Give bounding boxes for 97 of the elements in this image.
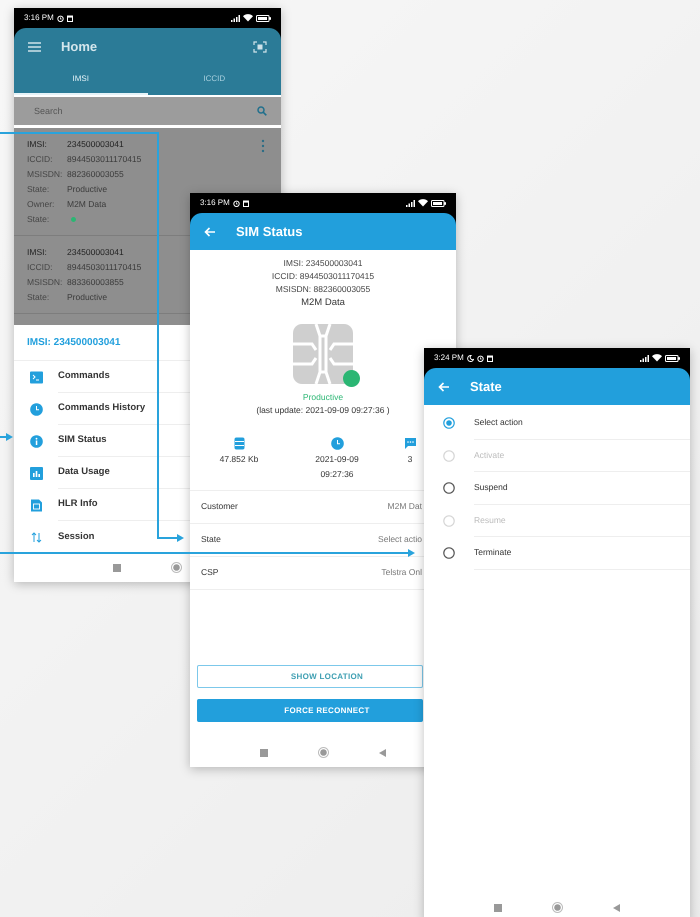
menu-item[interactable]: Data Usage bbox=[58, 465, 110, 480]
screen-title: State bbox=[470, 378, 502, 396]
terminal-icon bbox=[30, 370, 42, 384]
status-time: 3:24 PM bbox=[434, 352, 464, 364]
row-value: Select actio bbox=[378, 533, 422, 546]
menu-item[interactable]: SIM Status bbox=[58, 433, 107, 448]
battery-icon bbox=[431, 200, 446, 206]
database-icon bbox=[234, 436, 244, 450]
field-value: M2M Data bbox=[67, 198, 106, 211]
recents-button[interactable] bbox=[113, 564, 121, 572]
owner-name: M2M Data bbox=[301, 297, 345, 308]
sheet-title: IMSI: 234500003041 bbox=[27, 337, 120, 348]
field-label: Owner: bbox=[27, 198, 56, 211]
back-button[interactable] bbox=[379, 748, 386, 756]
menu-icon[interactable] bbox=[28, 42, 41, 52]
home-button[interactable] bbox=[318, 747, 329, 758]
menu-item[interactable]: HLR Info bbox=[58, 497, 98, 512]
back-arrow-icon[interactable] bbox=[438, 382, 450, 392]
sim-info-line: MSISDN: 882360003055 bbox=[276, 284, 370, 294]
message-icon bbox=[404, 436, 416, 450]
radio-button[interactable] bbox=[443, 547, 455, 560]
option-label: Resume bbox=[474, 514, 506, 527]
alarm-icon bbox=[476, 354, 484, 362]
battery-icon bbox=[665, 354, 680, 362]
sim-info-line: ICCID: 8944503011170415 bbox=[272, 271, 374, 281]
sim-card-icon bbox=[30, 498, 42, 512]
field-label: ICCID: bbox=[27, 153, 54, 166]
radio-button[interactable] bbox=[443, 482, 455, 494]
search-icon[interactable] bbox=[257, 106, 267, 116]
status-time: 3:16 PM bbox=[24, 12, 54, 24]
sim-info-line: IMSI: 234500003041 bbox=[284, 258, 362, 268]
field-value: 883360003855 bbox=[67, 276, 124, 289]
info-icon bbox=[30, 434, 42, 448]
field-value: 8944503011170415 bbox=[67, 153, 142, 166]
signal-icon bbox=[640, 354, 649, 362]
state-label: Productive bbox=[302, 392, 344, 402]
calendar-icon bbox=[66, 14, 73, 22]
field-label: State: bbox=[27, 213, 50, 226]
field-label: State: bbox=[27, 183, 50, 196]
recents-button[interactable] bbox=[494, 904, 502, 912]
battery-icon bbox=[256, 14, 271, 22]
status-time: 3:16 PM bbox=[200, 197, 230, 209]
screen-title: SIM Status bbox=[236, 222, 302, 241]
radio-button[interactable] bbox=[443, 417, 455, 430]
wifi-icon bbox=[652, 354, 662, 362]
field-value: 882360003055 bbox=[67, 168, 124, 181]
field-value: 8944503011170415 bbox=[67, 261, 142, 274]
menu-item[interactable]: Commands bbox=[58, 369, 110, 384]
scan-icon[interactable] bbox=[253, 40, 267, 52]
signal-icon bbox=[231, 14, 240, 22]
alarm-icon bbox=[56, 14, 64, 22]
calendar-icon bbox=[486, 354, 493, 362]
swap-arrows-icon bbox=[30, 530, 42, 544]
recents-button[interactable] bbox=[260, 748, 268, 756]
back-button[interactable] bbox=[613, 904, 620, 912]
field-label: IMSI: bbox=[27, 246, 48, 259]
row-value: M2M Dat bbox=[388, 500, 422, 514]
alarm-icon bbox=[232, 200, 240, 206]
field-value: Productive bbox=[67, 183, 108, 196]
stat-value: 2021-09-09 09:27:36 bbox=[315, 452, 359, 481]
row-label: CSP bbox=[201, 566, 218, 580]
field-value: 234500003041 bbox=[67, 138, 124, 151]
last-update-text: (last update: 2021-09-09 09:27:36 ) bbox=[256, 405, 390, 415]
field-label: ICCID: bbox=[27, 261, 54, 274]
tab[interactable]: IMSI bbox=[14, 65, 148, 95]
wifi-icon bbox=[418, 199, 428, 207]
field-value: 234500003041 bbox=[67, 246, 124, 259]
wifi-icon bbox=[243, 14, 253, 22]
clock-icon bbox=[330, 436, 344, 450]
option-label: Suspend bbox=[474, 481, 508, 494]
menu-item[interactable]: Session bbox=[58, 530, 94, 544]
field-label: State: bbox=[27, 291, 50, 304]
row-label: State bbox=[201, 533, 221, 546]
option-label: Activate bbox=[474, 448, 504, 462]
moon-icon bbox=[466, 354, 474, 362]
search-field[interactable]: Search bbox=[14, 97, 281, 125]
sim-chip-drawing bbox=[292, 323, 354, 385]
more-options-icon[interactable] bbox=[261, 139, 265, 153]
signal-icon bbox=[406, 200, 415, 206]
option-label: Terminate bbox=[474, 546, 512, 560]
option-label: Select action bbox=[474, 416, 523, 430]
row-label: Customer bbox=[201, 500, 238, 514]
screen-title: Home bbox=[61, 38, 98, 56]
stat-value: 3 bbox=[408, 452, 412, 466]
bar-chart-icon bbox=[30, 466, 42, 480]
home-button[interactable] bbox=[171, 562, 182, 573]
clock-icon bbox=[30, 402, 42, 416]
back-arrow-icon[interactable] bbox=[204, 226, 216, 236]
field-label: IMSI: bbox=[27, 138, 48, 151]
row-value: Telstra Onl bbox=[381, 566, 422, 580]
home-button[interactable] bbox=[552, 902, 563, 913]
field-label: MSISDN: bbox=[27, 168, 64, 181]
field-value: Productive bbox=[67, 291, 108, 304]
stat-value: 47.852 Kb bbox=[220, 452, 258, 466]
calendar-icon bbox=[242, 200, 249, 206]
field-label: MSISDN: bbox=[27, 276, 64, 289]
menu-item[interactable]: Commands History bbox=[58, 401, 146, 416]
